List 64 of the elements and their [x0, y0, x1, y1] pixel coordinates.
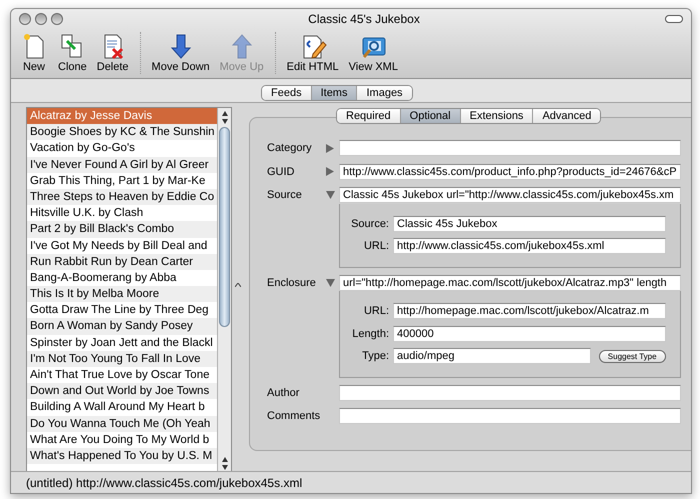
list-item[interactable]: I've Got My Needs by Bill Deal and — [27, 238, 217, 254]
list-item[interactable]: Born A Woman by Sandy Posey — [27, 318, 217, 335]
field-label: URL: — [362, 239, 390, 254]
close-button[interactable] — [19, 13, 31, 25]
scrollbar[interactable] — [217, 108, 231, 473]
field-label: Category — [267, 141, 313, 156]
toolbar-button[interactable]: View XML — [344, 32, 403, 74]
text-field[interactable]: url="http://homepage.mac.com/lscott/jukebox/Alcatraz.mp3" length — [339, 274, 681, 291]
view-tab[interactable]: Feeds — [262, 86, 311, 100]
scroll-down-icon[interactable] — [222, 119, 228, 124]
list-item[interactable]: This Is It by Melba Moore — [27, 286, 217, 302]
text-field[interactable]: audio/mpeg — [393, 348, 591, 364]
text-field[interactable] — [339, 408, 681, 424]
suggest-type-button[interactable]: Suggest Type — [598, 350, 666, 363]
splitter-handle-icon[interactable] — [235, 283, 241, 287]
field-label: Length: — [351, 326, 390, 342]
detail-tab[interactable]: Optional — [400, 109, 460, 123]
text-field[interactable] — [339, 384, 681, 401]
field-label: GUID — [267, 164, 296, 180]
status-text: (untitled) http://www.classic45s.com/jukebox45s.xml — [26, 474, 302, 492]
text-field[interactable]: http://homepage.mac.com/lscott/jukebox/Alcatraz.m — [393, 303, 666, 320]
list-item[interactable]: I'm Not Too Young To Fall In Love — [27, 350, 217, 367]
field-label: Source — [267, 188, 303, 203]
toolbar-button[interactable]: Edit HTML — [282, 32, 344, 74]
list-item[interactable]: Boogie Shoes by KC & The Sunshin — [27, 124, 217, 140]
zoom-button[interactable] — [51, 13, 63, 25]
list-item[interactable]: I've Never Found A Girl by Al Greer — [27, 156, 217, 173]
field-label: Type: — [361, 349, 390, 364]
text-field[interactable]: 400000 — [393, 326, 666, 342]
toolbar-button[interactable]: New — [15, 32, 53, 74]
view-tab[interactable]: Items — [310, 86, 356, 100]
toolbar-button[interactable]: Move Down — [146, 32, 215, 74]
toolbar-button[interactable]: Delete — [92, 32, 134, 74]
toolbar-button[interactable]: Clone — [53, 32, 92, 74]
text-field[interactable]: http://www.classic45s.com/jukebox45s.xml — [393, 238, 666, 254]
list-item[interactable]: Alcatraz by Jesse Davis — [27, 108, 217, 124]
field-label: Source: — [350, 216, 390, 232]
toolbar-toggle-button[interactable] — [665, 15, 683, 23]
scroll-up-icon[interactable] — [222, 111, 228, 116]
scroll-up-icon[interactable] — [222, 457, 228, 462]
text-field[interactable]: Classic 45s Jukebox url="http://www.classic45s.com/jukebox45s.xm — [339, 187, 681, 204]
field-label: Comments — [267, 409, 322, 424]
minimize-button[interactable] — [35, 13, 47, 25]
detail-tab[interactable]: Advanced — [532, 109, 600, 123]
list-item[interactable]: Hitsville U.K. by Clash — [27, 205, 217, 222]
detail-tab[interactable]: Required — [337, 109, 400, 123]
detail-tab[interactable]: Extensions — [460, 109, 532, 123]
list-item[interactable]: Gotta Draw The Line by Three Deg — [27, 302, 217, 318]
text-field[interactable] — [339, 140, 681, 156]
list-item[interactable]: What's Happened To You by U.S. M — [27, 448, 217, 464]
window-title: Classic 45's Jukebox — [308, 11, 420, 28]
view-tab[interactable]: Images — [356, 86, 412, 100]
list-item[interactable]: Down and Out World by Joe Towns — [27, 383, 217, 400]
field-label: URL: — [362, 304, 390, 319]
list-item[interactable]: Spinster by Joan Jett and the Blackl — [27, 334, 217, 351]
list-item[interactable]: Do You Wanna Touch Me (Oh Yeah — [27, 416, 217, 432]
scroll-thumb[interactable] — [219, 127, 230, 327]
list-item[interactable]: Run Rabbit Run by Dean Carter — [27, 254, 217, 270]
list-item[interactable]: Three Steps to Heaven by Eddie Co — [27, 188, 217, 206]
list-item[interactable]: Part 2 by Bill Black's Combo — [27, 221, 217, 238]
field-label: Enclosure — [267, 276, 317, 290]
text-field[interactable]: Classic 45s Jukebox — [393, 216, 666, 232]
field-label: Author — [267, 386, 300, 400]
text-field[interactable]: http://www.classic45s.com/product_info.php?products_id=24676&cP — [339, 164, 681, 180]
